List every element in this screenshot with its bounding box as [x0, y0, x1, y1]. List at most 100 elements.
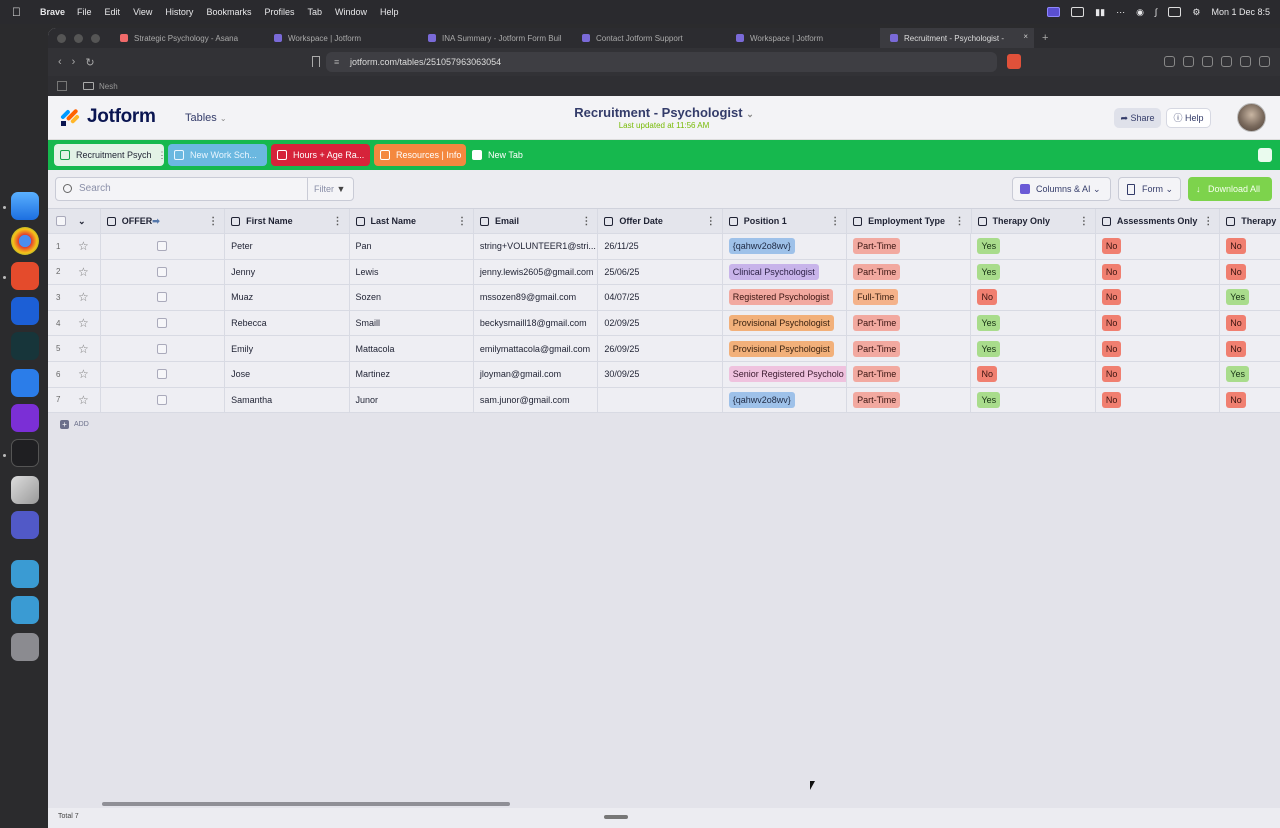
- position-cell[interactable]: {qahwv2o8wv}: [723, 387, 848, 413]
- offer-date-cell[interactable]: 02/09/25: [598, 310, 723, 336]
- last-name-cell[interactable]: Mattacola: [350, 336, 474, 361]
- download-all-button[interactable]: ↓ Download All: [1188, 177, 1272, 201]
- position-cell[interactable]: Provisional Psychologist: [723, 336, 848, 361]
- column-menu-icon[interactable]: ⋮: [1079, 216, 1089, 227]
- bluetooth-icon[interactable]: ∫: [1155, 7, 1157, 17]
- email-cell[interactable]: mssozen89@gmail.com: [474, 285, 599, 310]
- wifi-icon[interactable]: ◉: [1136, 7, 1144, 18]
- last-name-cell[interactable]: Martinez: [350, 361, 474, 387]
- new-tab-icon[interactable]: +: [1042, 32, 1048, 44]
- menubar-item[interactable]: Window: [335, 7, 367, 17]
- search-input[interactable]: Search: [55, 177, 308, 201]
- therapy-cell[interactable]: Yes: [1220, 285, 1280, 310]
- column-header[interactable]: OFFER ➡ ⋮: [101, 209, 226, 233]
- browser-tab[interactable]: INA Summary - Jotform Form Buil: [418, 28, 572, 48]
- last-name-cell[interactable]: Pan: [350, 234, 474, 259]
- more-icon[interactable]: ⋯: [1116, 7, 1125, 18]
- share-button[interactable]: ➦ Share: [1114, 108, 1161, 128]
- sheet-tab[interactable]: New Work Sch...: [168, 144, 267, 166]
- chrome-icon[interactable]: [11, 227, 39, 255]
- add-row-button[interactable]: + ADD: [60, 420, 89, 429]
- offer-date-cell[interactable]: 04/07/25: [598, 285, 723, 310]
- chevron-down-icon[interactable]: ⌄: [78, 216, 86, 227]
- column-header[interactable]: Offer Date ⋮: [598, 209, 723, 233]
- assessments-only-cell[interactable]: No: [1096, 361, 1221, 387]
- offer-checkbox[interactable]: [157, 292, 168, 303]
- therapy-only-cell[interactable]: No: [971, 285, 1096, 310]
- email-cell[interactable]: jloyman@gmail.com: [474, 361, 599, 387]
- extension-icon[interactable]: [1071, 7, 1085, 17]
- trash-icon[interactable]: [11, 633, 39, 661]
- back-icon[interactable]: ‹: [58, 56, 62, 69]
- therapy-cell[interactable]: No: [1220, 336, 1280, 361]
- offer-checkbox[interactable]: [157, 369, 168, 380]
- close-tab-icon[interactable]: ×: [1023, 32, 1028, 41]
- employment-type-cell[interactable]: Part-Time: [847, 259, 972, 285]
- column-menu-icon[interactable]: ⋮: [706, 216, 716, 227]
- assessments-only-cell[interactable]: No: [1096, 234, 1221, 259]
- employment-type-cell[interactable]: Part-Time: [847, 361, 972, 387]
- therapy-cell[interactable]: No: [1220, 311, 1280, 336]
- horizontal-scrollbar[interactable]: [102, 802, 510, 806]
- first-name-cell[interactable]: Muaz: [225, 285, 350, 310]
- sheet-tab[interactable]: Recruitment Psych ⋮: [54, 144, 167, 166]
- site-settings-icon[interactable]: ≡: [334, 52, 339, 72]
- tab-menu-icon[interactable]: ⋮: [158, 150, 167, 161]
- offer-date-cell[interactable]: 25/06/25: [598, 259, 723, 285]
- apps-grid-icon[interactable]: [57, 81, 67, 91]
- position-cell[interactable]: Clinical Psychologist: [723, 259, 848, 285]
- star-icon[interactable]: ☆: [78, 342, 89, 356]
- keynote-icon[interactable]: [11, 404, 39, 432]
- first-name-cell[interactable]: Emily: [225, 336, 350, 361]
- therapy-only-cell[interactable]: Yes: [971, 336, 1096, 361]
- browser-tab[interactable]: Contact Jotform Support: [572, 28, 726, 48]
- menubar-item[interactable]: View: [133, 7, 152, 17]
- column-menu-icon[interactable]: ⋮: [208, 216, 218, 227]
- select-all-checkbox[interactable]: [56, 216, 66, 226]
- star-icon[interactable]: ☆: [78, 239, 89, 253]
- employment-type-cell[interactable]: Full-Time: [847, 285, 972, 310]
- column-header[interactable]: Assessments Only ⋮: [1096, 209, 1221, 233]
- offer-date-cell[interactable]: 26/11/25: [598, 234, 723, 259]
- sheet-tab[interactable]: New Tab: [470, 144, 531, 166]
- downloads-folder-icon[interactable]: [11, 596, 39, 624]
- star-icon[interactable]: ☆: [78, 265, 89, 279]
- assessments-only-cell[interactable]: No: [1096, 387, 1221, 413]
- first-name-cell[interactable]: Jenny: [225, 259, 350, 285]
- menubar-item[interactable]: Help: [380, 7, 399, 17]
- extension-icon[interactable]: [1183, 56, 1194, 67]
- star-icon[interactable]: ☆: [78, 393, 89, 407]
- employment-type-cell[interactable]: Part-Time: [847, 336, 972, 361]
- offer-date-cell[interactable]: 26/09/25: [598, 336, 723, 361]
- column-menu-icon[interactable]: ⋮: [1203, 216, 1213, 227]
- menubar-item[interactable]: File: [77, 7, 92, 17]
- column-header[interactable]: Last Name ⋮: [350, 209, 474, 233]
- url-field[interactable]: ≡ jotform.com/tables/251057963063054: [326, 52, 1021, 72]
- zoom-window-button[interactable]: [91, 33, 100, 43]
- chevron-down-icon[interactable]: ⌄: [746, 109, 754, 119]
- offer-checkbox[interactable]: [157, 241, 168, 252]
- first-name-cell[interactable]: Samantha: [225, 387, 350, 413]
- offer-checkbox[interactable]: [157, 318, 168, 329]
- offer-checkbox[interactable]: [157, 394, 168, 405]
- sheet-tab[interactable]: Resources | Info: [374, 144, 466, 166]
- menubar-item[interactable]: Bookmarks: [206, 7, 251, 17]
- extension-icon[interactable]: [1221, 56, 1232, 67]
- clock[interactable]: Mon 1 Dec 8:5: [1211, 7, 1270, 17]
- email-cell[interactable]: emilymattacola@gmail.com: [474, 336, 599, 361]
- menubar-app-name[interactable]: Brave: [40, 7, 65, 17]
- control-center-icon[interactable]: ⚙: [1192, 7, 1200, 18]
- employment-type-cell[interactable]: Part-Time: [847, 310, 972, 336]
- therapy-cell[interactable]: No: [1220, 388, 1280, 413]
- column-header[interactable]: Position 1 ⋮: [723, 209, 848, 233]
- star-icon[interactable]: ☆: [78, 367, 89, 381]
- therapy-cell[interactable]: No: [1220, 260, 1280, 285]
- column-header[interactable]: Therapy Only ⋮: [972, 209, 1096, 233]
- forward-icon[interactable]: ›: [72, 56, 76, 69]
- assessments-only-cell[interactable]: No: [1096, 285, 1221, 310]
- bookmark-folder-nesh[interactable]: Nesh: [99, 82, 118, 91]
- reload-icon[interactable]: ↻: [85, 56, 94, 69]
- star-icon[interactable]: ☆: [78, 316, 89, 330]
- first-name-cell[interactable]: Rebecca: [225, 310, 350, 336]
- minimize-window-button[interactable]: [74, 33, 83, 43]
